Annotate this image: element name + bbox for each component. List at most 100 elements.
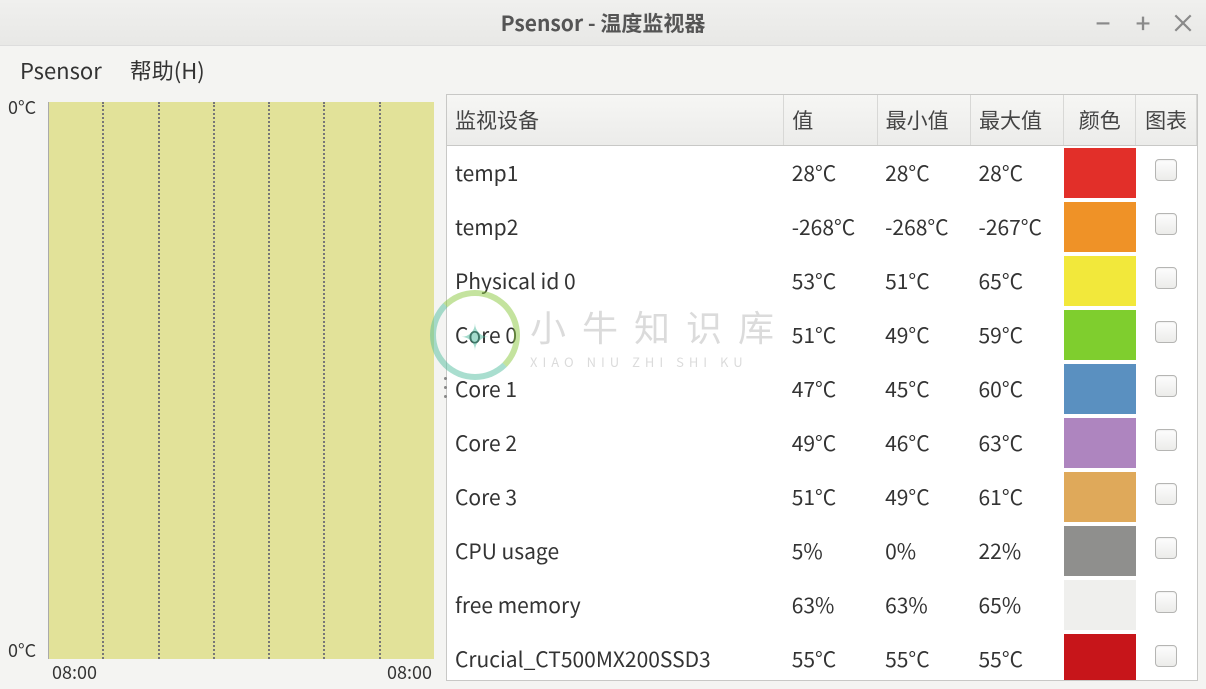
cell-color[interactable] [1064,416,1136,470]
cell-chart [1136,416,1197,470]
chart-grid-column [325,102,380,659]
cell-value: 53°C [784,254,877,308]
cell-max: 63°C [971,416,1064,470]
cell-value: 55°C [784,632,877,681]
header-chart[interactable]: 图表 [1136,95,1197,146]
cell-color[interactable] [1064,146,1136,201]
cell-max: 61°C [971,470,1064,524]
chart-checkbox[interactable] [1155,213,1177,235]
color-swatch[interactable] [1064,634,1136,681]
chart-checkbox[interactable] [1155,591,1177,613]
cell-max: 65°C [971,254,1064,308]
chart-checkbox[interactable] [1155,267,1177,289]
cell-sensor-name: Core 3 [447,470,784,524]
chart-checkbox[interactable] [1155,429,1177,451]
chart-checkbox[interactable] [1155,159,1177,181]
cell-value: 51°C [784,308,877,362]
table-row[interactable]: temp2-268°C-268°C-267°C [447,200,1197,254]
cell-color[interactable] [1064,632,1136,681]
cell-sensor-name: temp2 [447,200,784,254]
color-swatch[interactable] [1064,364,1136,414]
cell-min: -268°C [877,200,970,254]
table-row[interactable]: Crucial_CT500MX200SSD355°C55°C55°C [447,632,1197,681]
y-axis-bottom-label: 0°C [8,637,36,663]
maximize-button[interactable]: + [1132,12,1154,34]
color-swatch[interactable] [1064,472,1136,522]
chart-checkbox[interactable] [1155,321,1177,343]
cell-value: 28°C [784,146,877,201]
sensor-table: 监视设备 值 最小值 最大值 颜色 图表 temp128°C28°C28°Cte… [447,95,1197,681]
minimize-button[interactable]: − [1092,12,1114,34]
chart-checkbox[interactable] [1155,645,1177,667]
color-swatch[interactable] [1064,256,1136,306]
table-row[interactable]: Core 249°C46°C63°C [447,416,1197,470]
chart-checkbox[interactable] [1155,375,1177,397]
menu-psensor[interactable]: Psensor [6,46,116,94]
color-swatch[interactable] [1064,526,1136,576]
cell-chart [1136,308,1197,362]
color-swatch[interactable] [1064,580,1136,630]
cell-color[interactable] [1064,578,1136,632]
cell-sensor-name: Physical id 0 [447,254,784,308]
cell-chart [1136,254,1197,308]
menu-help[interactable]: 帮助(H) [116,46,219,94]
chart-grid-column [215,102,270,659]
header-color[interactable]: 颜色 [1064,95,1136,146]
table-row[interactable]: Physical id 053°C51°C65°C [447,254,1197,308]
cell-max: -267°C [971,200,1064,254]
cell-color[interactable] [1064,254,1136,308]
table-row[interactable]: Core 351°C49°C61°C [447,470,1197,524]
header-max[interactable]: 最大值 [971,95,1064,146]
pane-divider-handle[interactable] [442,375,448,401]
cell-sensor-name: free memory [447,578,784,632]
cell-max: 22% [971,524,1064,578]
cell-sensor-name: CPU usage [447,524,784,578]
header-sensor[interactable]: 监视设备 [447,95,784,146]
cell-min: 46°C [877,416,970,470]
color-swatch[interactable] [1064,418,1136,468]
cell-value: 47°C [784,362,877,416]
cell-value: 49°C [784,416,877,470]
table-row[interactable]: Core 147°C45°C60°C [447,362,1197,416]
cell-max: 60°C [971,362,1064,416]
cell-color[interactable] [1064,524,1136,578]
cell-color[interactable] [1064,200,1136,254]
x-axis-right-label: 08:00 [387,659,432,685]
color-swatch[interactable] [1064,148,1136,198]
color-swatch[interactable] [1064,202,1136,252]
table-row[interactable]: CPU usage5%0%22% [447,524,1197,578]
chart-grid-column [381,102,434,659]
cell-max: 59°C [971,308,1064,362]
cell-min: 49°C [877,470,970,524]
sensor-table-pane: 监视设备 值 最小值 最大值 颜色 图表 temp128°C28°C28°Cte… [446,94,1198,681]
cell-sensor-name: temp1 [447,146,784,201]
cell-chart [1136,470,1197,524]
cell-value: 5% [784,524,877,578]
cell-value: -268°C [784,200,877,254]
app-window: Psensor - 温度监视器 − + × Psensor 帮助(H) 0°C … [0,0,1206,689]
cell-chart [1136,524,1197,578]
cell-max: 65% [971,578,1064,632]
chart-grid-column [160,102,215,659]
chart-plot [48,102,434,659]
chart-body: 0°C 0°C 08:00 08:00 [8,94,440,681]
table-row[interactable]: free memory63%63%65% [447,578,1197,632]
cell-sensor-name: Crucial_CT500MX200SSD3 [447,632,784,681]
header-value[interactable]: 值 [784,95,877,146]
header-min[interactable]: 最小值 [877,95,970,146]
cell-min: 51°C [877,254,970,308]
cell-chart [1136,578,1197,632]
cell-chart [1136,200,1197,254]
y-axis-top-label: 0°C [8,94,36,120]
chart-checkbox[interactable] [1155,483,1177,505]
color-swatch[interactable] [1064,310,1136,360]
close-button[interactable]: × [1172,12,1194,34]
cell-color[interactable] [1064,308,1136,362]
window-title: Psensor - 温度监视器 [501,8,706,38]
chart-checkbox[interactable] [1155,537,1177,559]
cell-color[interactable] [1064,470,1136,524]
table-row[interactable]: temp128°C28°C28°C [447,146,1197,201]
table-row[interactable]: Core 051°C49°C59°C [447,308,1197,362]
cell-color[interactable] [1064,362,1136,416]
window-controls: − + × [1092,0,1194,45]
